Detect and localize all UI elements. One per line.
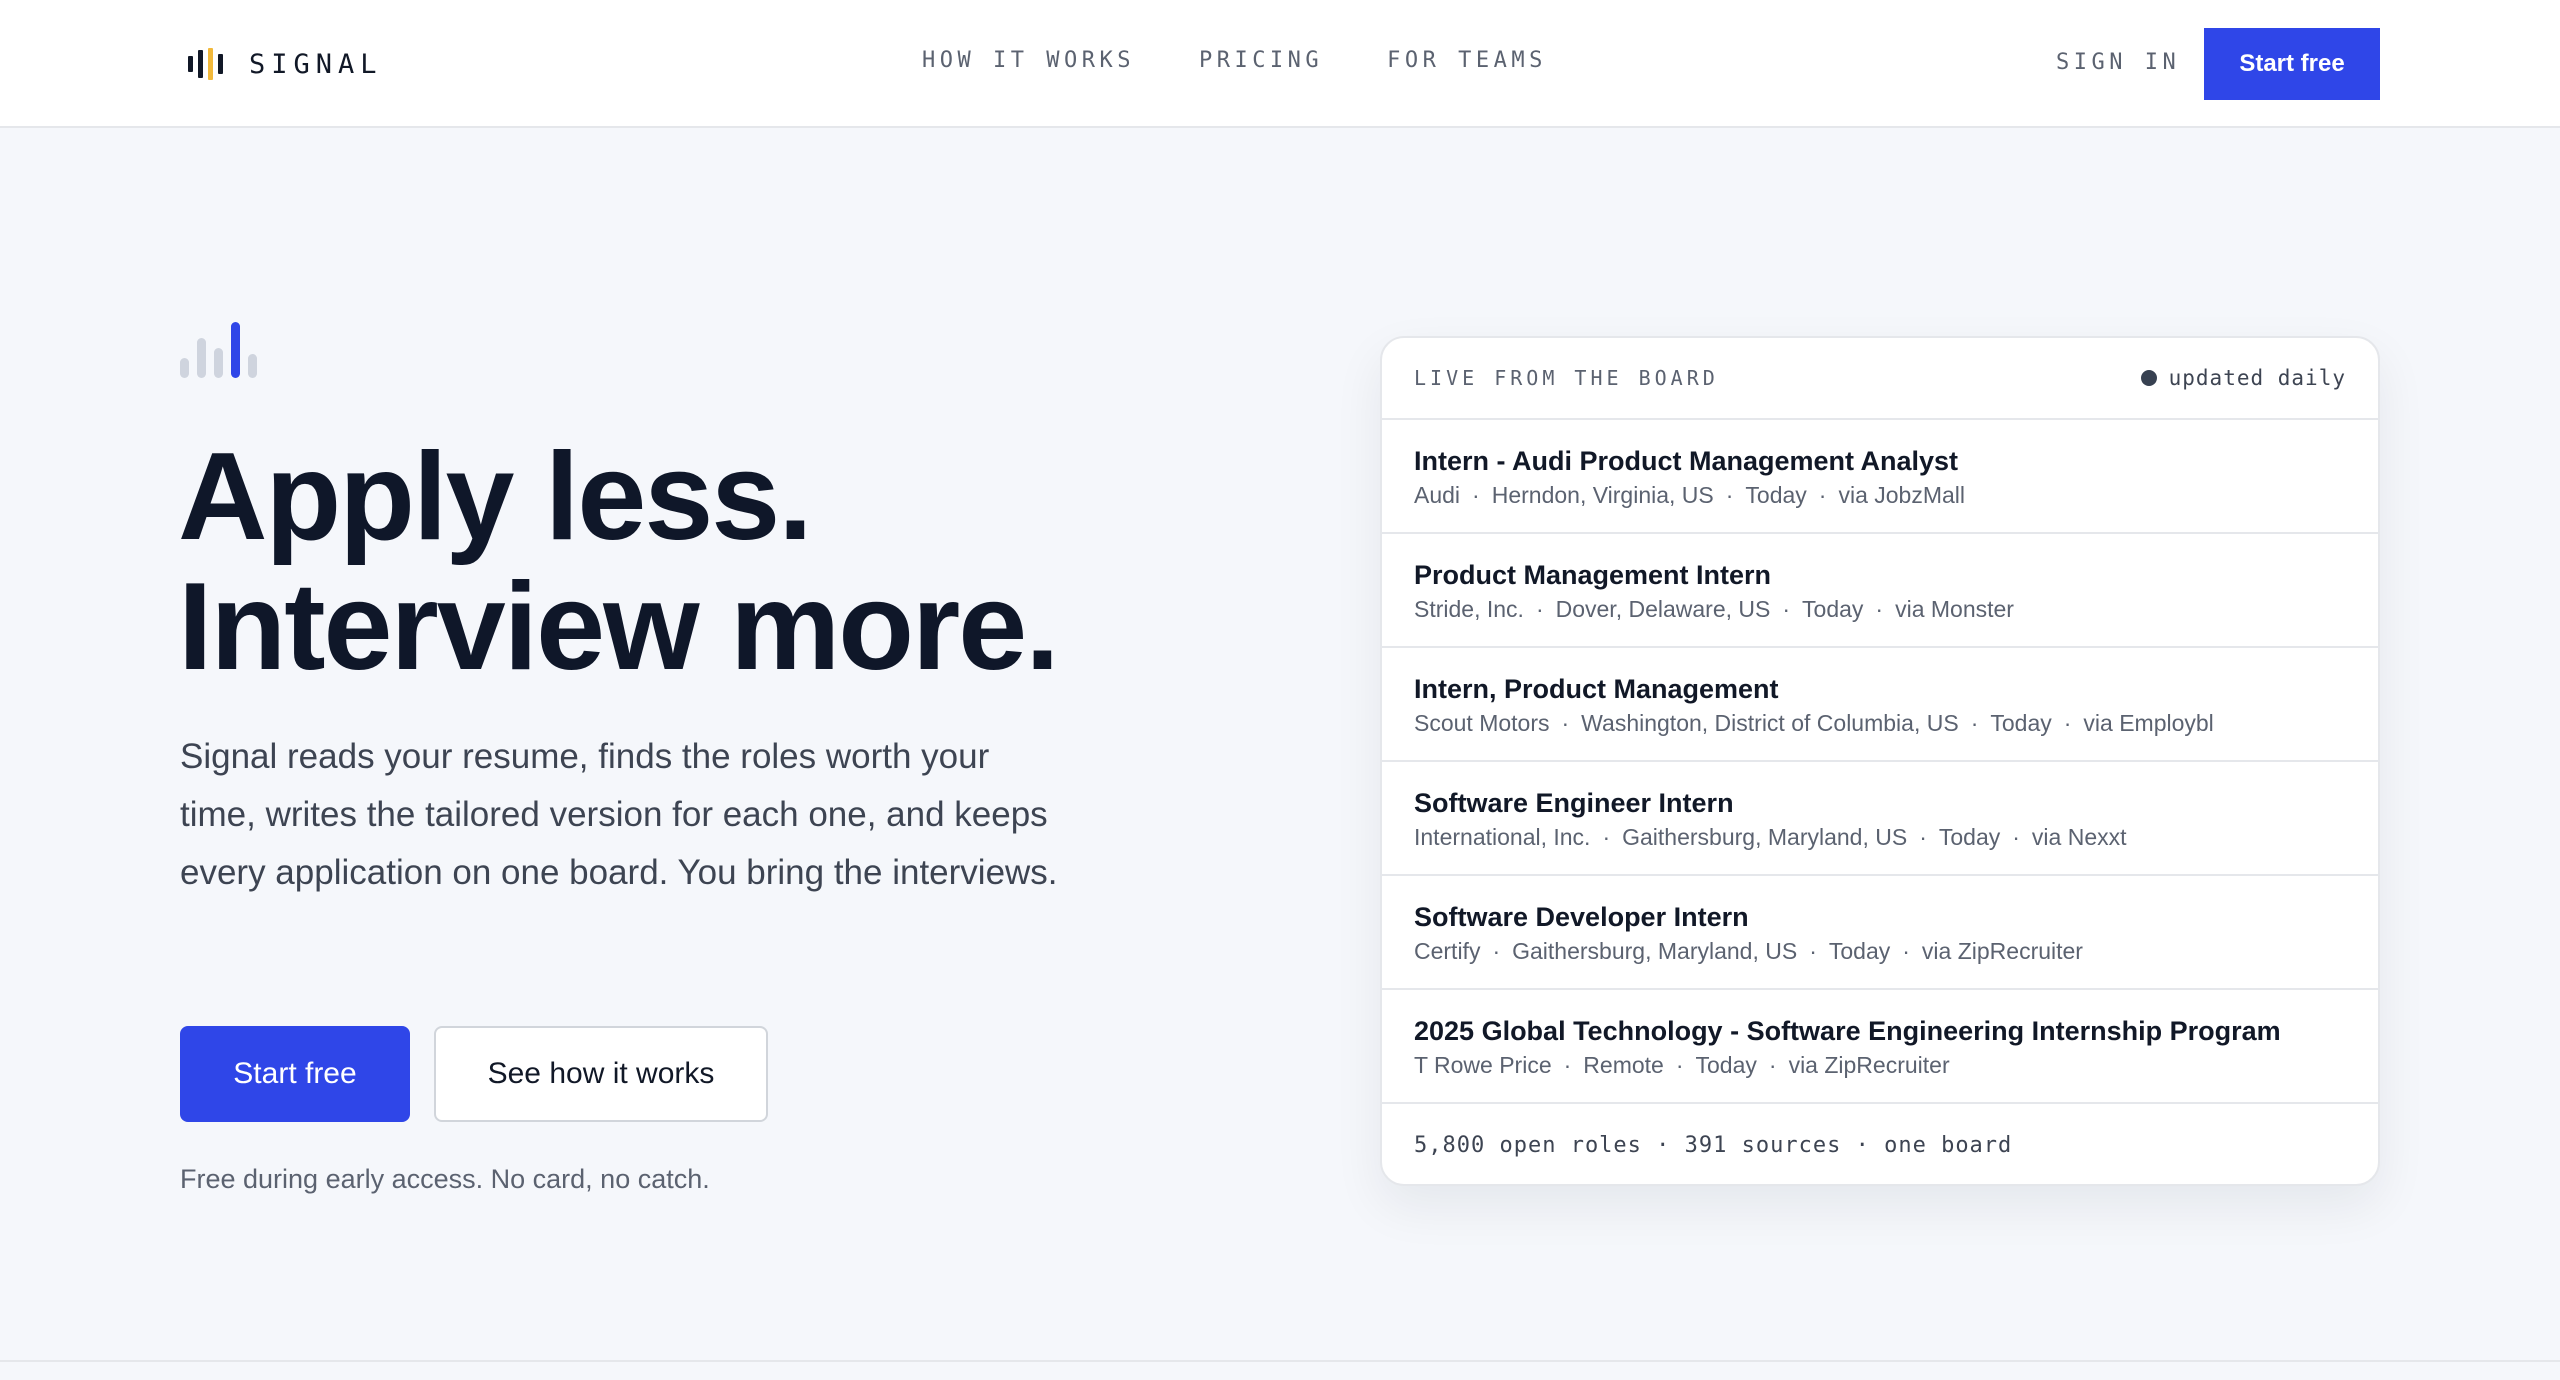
job-source: via Employbl [2083,710,2214,736]
job-meta: Scout Motors · Washington, District of Col… [1414,710,2214,736]
job-company: Certify [1414,938,1481,964]
see-how-it-works-button[interactable]: See how it works [434,1026,768,1122]
board-footer: 5,800 open roles · 391 sources · one boa… [1414,1132,2013,1158]
job-location: Gaithersburg, Maryland, US [1512,938,1798,964]
live-board-card: LIVE FROM THE BOARD updated daily Intern… [1380,336,2380,1186]
nav-link-pricing[interactable]: PRICING [1199,48,1323,73]
job-company: T Rowe Price [1414,1052,1552,1078]
hero-subcopy: Signal reads your resume, finds the role… [180,737,1058,892]
job-row[interactable]: Intern - Audi Product Management Analyst… [1382,420,2378,534]
job-row[interactable]: Intern, Product Management Scout Motors ·… [1382,648,2378,762]
job-title: Software Developer Intern [1414,902,1749,932]
nav-link-for-teams[interactable]: FOR TEAMS [1387,48,1547,73]
brand-logo[interactable]: SIGNAL [188,44,383,84]
job-company: Stride, Inc. [1414,596,1524,622]
job-company: Scout Motors [1414,710,1550,736]
job-location: Dover, Delaware, US [1555,596,1771,622]
job-location: Washington, District of Columbia, US [1581,710,1959,736]
job-posted: Today [1828,938,1891,964]
section-divider [0,1360,2560,1362]
board-title: LIVE FROM THE BOARD [1414,366,1719,390]
job-location: Remote [1583,1052,1664,1078]
job-posted: Today [1802,596,1864,622]
job-title: Intern, Product Management [1414,674,1779,704]
job-row[interactable]: Software Developer Intern Certify · Gaithe… [1382,876,2378,990]
headline-line-1: Apply less. [178,428,813,566]
job-posted: Today [1990,710,2052,736]
job-title: Product Management Intern [1414,560,1772,590]
job-meta: T Rowe Price · Remote · Today · via ZipRecruit… [1414,1052,1950,1078]
start-free-button[interactable]: Start free [180,1026,410,1122]
top-nav: SIGNAL HOW IT WORKS PRICING FOR TEAMS SI… [0,0,2560,128]
job-company: Audi [1414,482,1461,508]
job-location: Herndon, Virginia, US [1491,482,1714,508]
job-posted: Today [1745,482,1807,508]
job-source: via ZipRecruiter [1921,938,2083,964]
job-row[interactable]: Software Engineer Intern International, … [1382,762,2378,876]
job-title: Software Engineer Intern [1414,788,1734,818]
job-posted: Today [1938,824,2001,850]
early-access-note: Free during early access. No card, no ca… [180,1164,710,1194]
nav-link-how-it-works[interactable]: HOW IT WORKS [922,48,1135,73]
job-meta: Certify · Gaithersburg, Maryland, US · Today… [1414,938,2083,964]
job-source: via ZipRecruiter [1788,1052,1950,1078]
job-location: Gaithersburg, Maryland, US [1622,824,1908,850]
job-source: via Nexxt [2031,824,2127,850]
job-meta: Stride, Inc. · Dover, Delaware, US · Today · v… [1414,596,2014,622]
job-source: via JobzMall [1838,482,1966,508]
sign-in-link[interactable]: SIGN IN [2056,50,2180,75]
board-status-text: updated daily [2168,366,2346,390]
job-source: via Monster [1895,596,2014,622]
board-header: LIVE FROM THE BOARD updated daily [1382,338,2378,420]
job-meta: Audi · Herndon, Virginia, US · Today · via Job… [1414,482,1966,508]
brand-name: SIGNAL [249,48,383,80]
signal-bars-icon [188,48,223,80]
board-status: updated daily [2140,366,2346,390]
hero-headline: Apply less. Interview more. [178,432,1178,692]
headline-line-2: Interview more. [178,558,1060,696]
job-meta: International, Inc. · Gaithersburg, Maryla… [1414,824,2127,850]
job-posted: Today [1695,1052,1757,1078]
job-title: 2025 Global Technology - Software Engine… [1414,1016,2281,1046]
job-row[interactable]: 2025 Global Technology - Software Engine… [1382,990,2378,1104]
status-dot-icon [2140,370,2157,386]
nav-start-free-button[interactable]: Start free [2204,28,2380,100]
nav-links: HOW IT WORKS PRICING FOR TEAMS [922,48,1547,73]
signal-bars-icon [180,320,257,378]
job-title: Intern - Audi Product Management Analyst [1414,446,1959,476]
job-company: International, Inc. [1414,824,1591,850]
job-row[interactable]: Product Management Intern Stride, Inc. · D… [1382,534,2378,648]
